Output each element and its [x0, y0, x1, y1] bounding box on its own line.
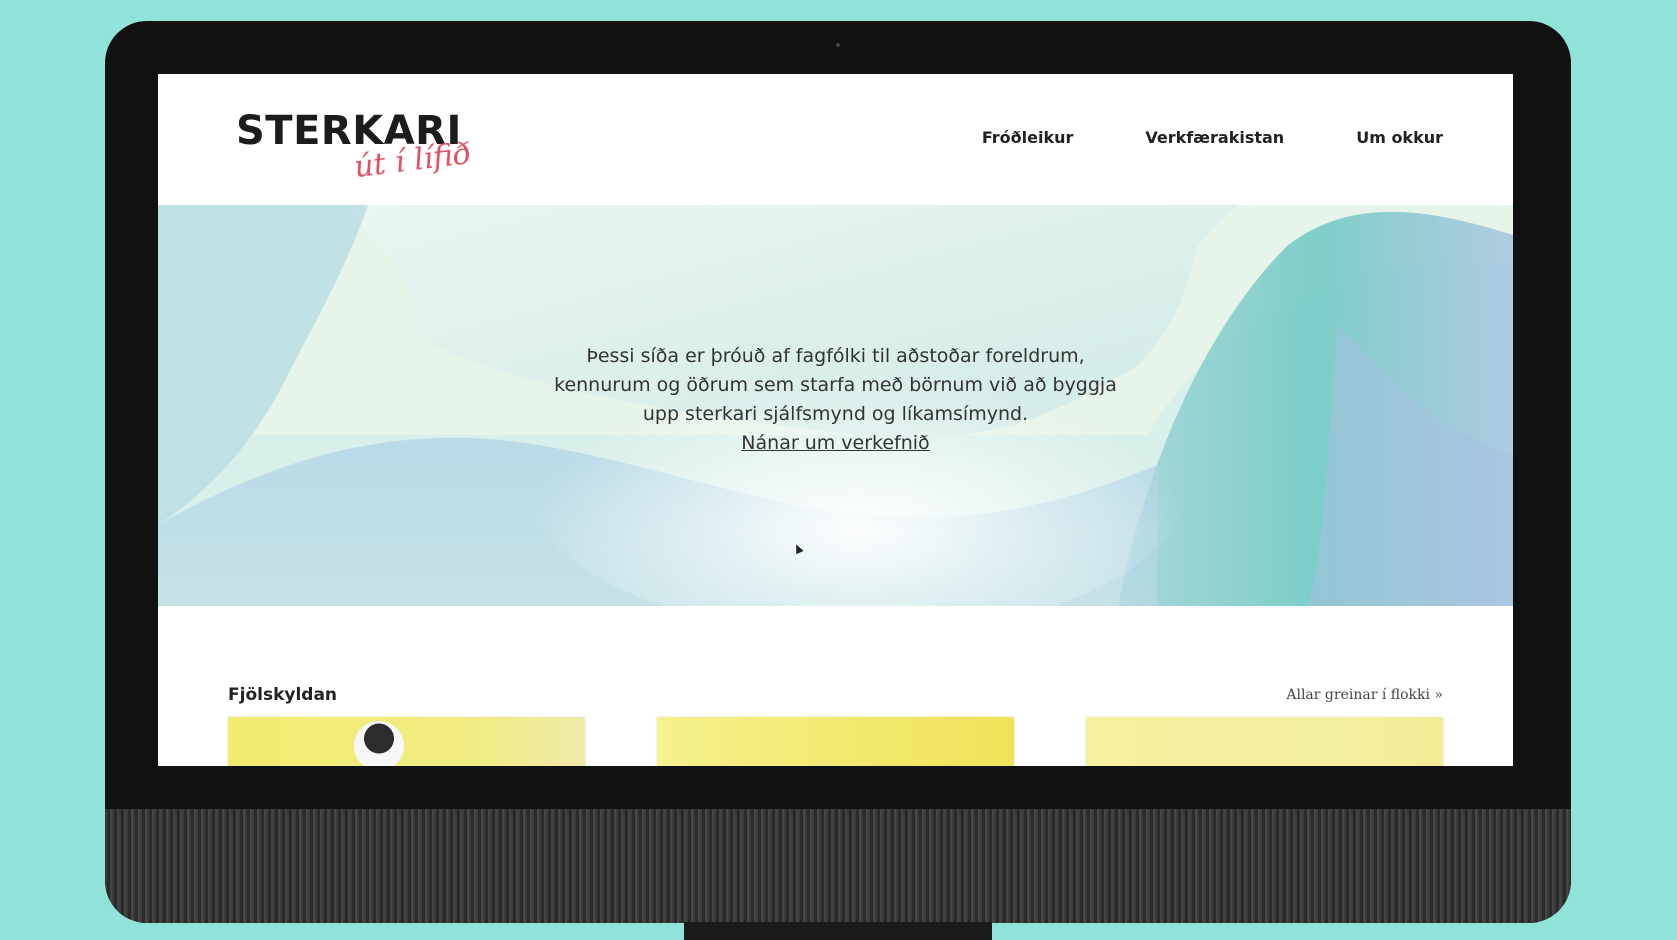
article-card[interactable]	[228, 717, 585, 766]
nav-item-verkfaerakistan[interactable]: Verkfærakistan	[1145, 128, 1284, 147]
site-logo[interactable]: STERKARI út í lífið	[236, 108, 476, 185]
hero-description: Þessi síða er þróuð af fagfólki til aðst…	[478, 342, 1193, 458]
hero-line-3: upp sterkari sjálfsmynd og líkamsímynd.	[642, 403, 1029, 425]
monitor-stand	[684, 922, 992, 940]
article-card[interactable]	[657, 717, 1014, 766]
hero-banner: Þessi síða er þróuð af fagfólki til aðst…	[158, 205, 1513, 606]
site-header: STERKARI út í lífið Fróðleikur Verkfærak…	[158, 74, 1513, 205]
hero-line-1: Þessi síða er þróuð af fagfólki til aðst…	[586, 345, 1085, 367]
hero-line-2: kennurum og öðrum sem starfa með börnum …	[554, 374, 1117, 396]
nav-item-frodleikur[interactable]: Fróðleikur	[982, 128, 1074, 147]
nav-item-um-okkur[interactable]: Um okkur	[1356, 128, 1443, 147]
section-title: Fjölskyldan	[228, 685, 338, 705]
project-info-link[interactable]: Nánar um verkefnið	[741, 432, 929, 454]
camera-dot	[836, 43, 840, 47]
article-card-image	[354, 721, 404, 766]
monitor-chin	[105, 809, 1571, 923]
article-card[interactable]	[1086, 717, 1443, 766]
main-nav: Fróðleikur Verkfærakistan Um okkur	[982, 128, 1443, 147]
all-articles-link[interactable]: Allar greinar í flokki »	[1286, 687, 1443, 703]
browser-screen: STERKARI út í lífið Fróðleikur Verkfærak…	[158, 74, 1513, 766]
